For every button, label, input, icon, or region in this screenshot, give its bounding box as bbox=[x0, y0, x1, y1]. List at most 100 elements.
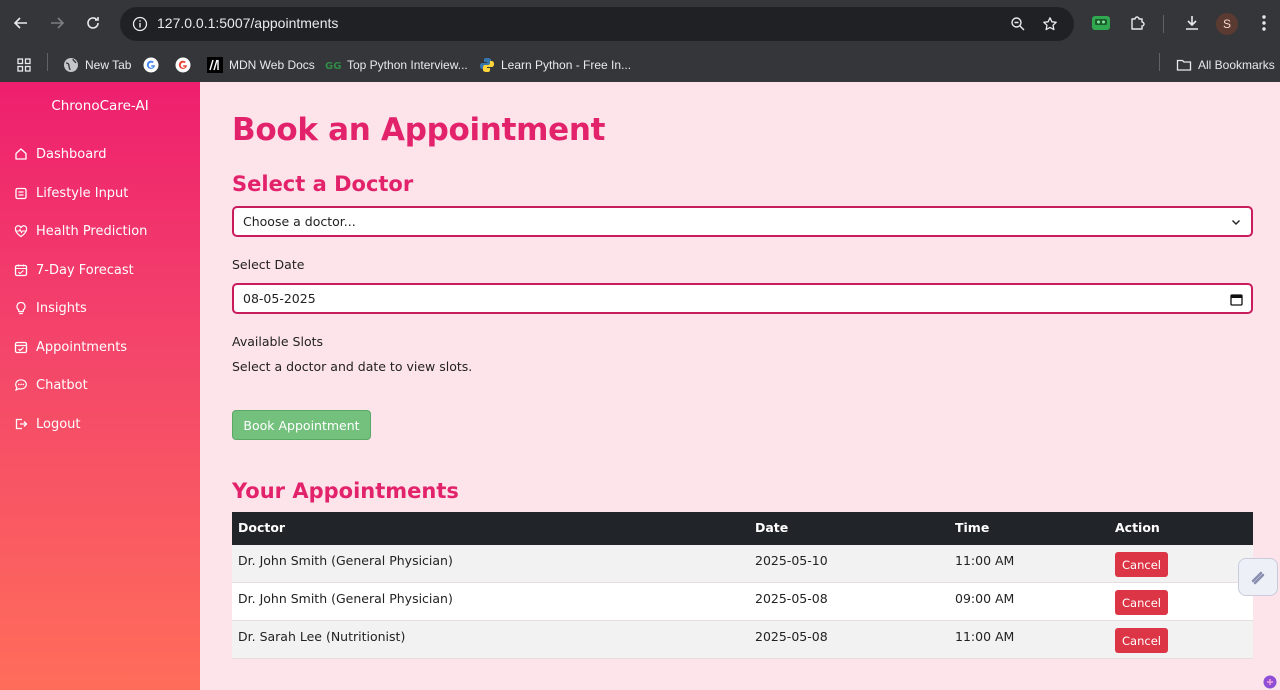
app-page: ChronoCare-AI Dashboard Lifestyle Input … bbox=[0, 82, 1280, 690]
available-slots-label: Available Slots bbox=[232, 334, 324, 349]
star-icon[interactable] bbox=[1038, 12, 1062, 36]
download-icon[interactable] bbox=[1180, 11, 1204, 35]
address-bar[interactable]: 127.0.0.1:5007/appointments bbox=[120, 7, 1074, 41]
bookmarks-bar: New Tab MDN Web Docs GG Top Python Inter… bbox=[0, 47, 1280, 82]
lightning-icon bbox=[1251, 571, 1265, 585]
bookmark-google-1[interactable] bbox=[143, 54, 159, 76]
column-header-action: Action bbox=[1115, 520, 1160, 535]
time-cell: 11:00 AM bbox=[955, 553, 1015, 568]
column-header-time: Time bbox=[955, 520, 990, 535]
sidebar-item-label: Insights bbox=[36, 300, 87, 316]
book-appointment-button[interactable]: Book Appointment bbox=[232, 410, 371, 440]
cancel-button[interactable]: Cancel bbox=[1115, 628, 1168, 653]
calendar-picker-icon[interactable] bbox=[1229, 292, 1243, 306]
geeksforgeeks-icon: GG bbox=[325, 57, 341, 73]
zoom-icon[interactable] bbox=[1006, 12, 1030, 36]
cancel-button[interactable]: Cancel bbox=[1115, 552, 1168, 577]
sidebar-item-7-day-forecast[interactable]: 7-Day Forecast bbox=[14, 259, 134, 281]
bookmarks-divider bbox=[47, 53, 48, 71]
page-title: Book an Appointment bbox=[232, 112, 606, 148]
reload-icon[interactable] bbox=[81, 11, 105, 35]
all-bookmarks-label: All Bookmarks bbox=[1198, 58, 1275, 72]
slots-message: Select a doctor and date to view slots. bbox=[232, 359, 473, 374]
date-input[interactable]: 08-05-2025 bbox=[232, 283, 1253, 314]
cancel-button[interactable]: Cancel bbox=[1115, 590, 1168, 615]
sidebar-item-label: Appointments bbox=[36, 339, 128, 355]
brain-icon[interactable] bbox=[1262, 674, 1278, 690]
clipboard-icon bbox=[14, 186, 28, 200]
toolbar-divider bbox=[1163, 15, 1164, 33]
doctor-cell: Dr. Sarah Lee (Nutritionist) bbox=[238, 629, 406, 644]
lightbulb-icon bbox=[14, 301, 28, 315]
bookmark-new-tab[interactable]: New Tab bbox=[63, 54, 131, 76]
floating-assistant-widget[interactable] bbox=[1238, 558, 1278, 596]
globe-icon bbox=[63, 57, 79, 73]
apps-grid-icon[interactable] bbox=[16, 54, 32, 76]
chevron-down-icon bbox=[1229, 215, 1243, 229]
date-cell: 2025-05-10 bbox=[755, 553, 828, 568]
sidebar-item-insights[interactable]: Insights bbox=[14, 297, 87, 319]
select-doctor-heading: Select a Doctor bbox=[232, 172, 414, 196]
calendar-icon bbox=[14, 263, 28, 277]
kebab-menu-icon[interactable] bbox=[1252, 11, 1276, 35]
doctor-select[interactable]: Choose a doctor... bbox=[232, 206, 1253, 237]
python-icon bbox=[479, 57, 495, 73]
google-icon bbox=[143, 57, 159, 73]
sidebar-item-health-prediction[interactable]: Health Prediction bbox=[14, 220, 147, 242]
profile-avatar[interactable]: S bbox=[1216, 13, 1238, 35]
bookmark-python-interview[interactable]: GG Top Python Interview... bbox=[325, 54, 468, 76]
bookmark-label: Top Python Interview... bbox=[347, 58, 468, 72]
heart-pulse-icon bbox=[14, 224, 28, 238]
doctor-cell: Dr. John Smith (General Physician) bbox=[238, 553, 453, 568]
date-cell: 2025-05-08 bbox=[755, 629, 828, 644]
table-header: Doctor Date Time Action bbox=[232, 512, 1253, 545]
sidebar-item-lifestyle-input[interactable]: Lifestyle Input bbox=[14, 182, 128, 204]
doctor-cell: Dr. John Smith (General Physician) bbox=[238, 591, 453, 606]
sidebar-item-appointments[interactable]: Appointments bbox=[14, 336, 127, 358]
info-icon[interactable] bbox=[128, 12, 152, 36]
home-icon bbox=[14, 147, 28, 161]
chat-icon bbox=[14, 378, 28, 392]
brand-name[interactable]: ChronoCare-AI bbox=[0, 98, 200, 114]
bookmark-learn-python[interactable]: Learn Python - Free In... bbox=[479, 54, 631, 76]
doctor-select-value: Choose a doctor... bbox=[243, 214, 356, 229]
sidebar-item-dashboard[interactable]: Dashboard bbox=[14, 143, 107, 165]
bookmarks-divider bbox=[1159, 53, 1160, 71]
bookmark-mdn[interactable]: MDN Web Docs bbox=[207, 54, 315, 76]
all-bookmarks[interactable]: All Bookmarks bbox=[1176, 54, 1275, 76]
sidebar-item-chatbot[interactable]: Chatbot bbox=[14, 374, 88, 396]
bookmark-label: New Tab bbox=[85, 58, 132, 72]
column-header-date: Date bbox=[755, 520, 789, 535]
your-appointments-heading: Your Appointments bbox=[232, 479, 459, 503]
logout-icon bbox=[14, 417, 28, 431]
sidebar-item-label: Health Prediction bbox=[36, 223, 148, 239]
url-text[interactable]: 127.0.0.1:5007/appointments bbox=[157, 15, 338, 31]
bookmark-label: MDN Web Docs bbox=[229, 58, 315, 72]
google-icon bbox=[175, 57, 191, 73]
back-arrow-icon[interactable] bbox=[9, 11, 33, 35]
sidebar-item-label: Dashboard bbox=[36, 146, 107, 162]
table-row: Dr. Sarah Lee (Nutritionist) 2025-05-08 … bbox=[232, 621, 1253, 659]
forward-arrow-icon[interactable] bbox=[45, 11, 69, 35]
bookmark-label: Learn Python - Free In... bbox=[501, 58, 632, 72]
date-value: 08-05-2025 bbox=[243, 291, 316, 306]
time-cell: 11:00 AM bbox=[955, 629, 1015, 644]
sidebar-item-logout[interactable]: Logout bbox=[14, 413, 81, 435]
mdn-icon bbox=[207, 57, 223, 73]
puzzle-icon[interactable] bbox=[1126, 11, 1150, 35]
svg-text:GG: GG bbox=[325, 61, 341, 72]
table-row: Dr. John Smith (General Physician) 2025-… bbox=[232, 545, 1253, 583]
table-row: Dr. John Smith (General Physician) 2025-… bbox=[232, 583, 1253, 621]
date-label: Select Date bbox=[232, 257, 305, 272]
time-cell: 09:00 AM bbox=[955, 591, 1015, 606]
sidebar-item-label: Lifestyle Input bbox=[36, 185, 129, 201]
folder-icon bbox=[1176, 57, 1192, 73]
calendar-check-icon bbox=[14, 340, 28, 354]
robot-extension-icon[interactable] bbox=[1089, 11, 1113, 35]
date-cell: 2025-05-08 bbox=[755, 591, 828, 606]
bookmark-google-2[interactable] bbox=[175, 54, 191, 76]
browser-toolbar: 127.0.0.1:5007/appointments S bbox=[0, 0, 1280, 47]
sidebar-item-label: 7-Day Forecast bbox=[36, 262, 134, 278]
appointments-table: Doctor Date Time Action Dr. John Smith (… bbox=[232, 512, 1253, 659]
sidebar-item-label: Logout bbox=[36, 416, 81, 432]
